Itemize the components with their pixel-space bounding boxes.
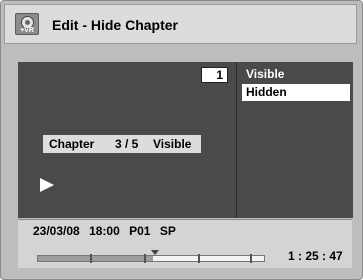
recording-time: 18:00 <box>89 224 120 238</box>
option-hidden[interactable]: Hidden <box>242 84 350 101</box>
chapter-number-badge: 1 <box>201 67 228 83</box>
progress-bar <box>37 254 265 263</box>
elapsed-time: 1 : 25 : 47 <box>288 249 343 263</box>
play-icon <box>40 178 54 192</box>
recording-date: 23/03/08 <box>33 224 80 238</box>
chapter-status: Visible <box>153 137 192 151</box>
recording-program: P01 <box>129 224 151 238</box>
progress-fill <box>38 256 154 261</box>
option-visible[interactable]: Visible <box>242 66 350 83</box>
recording-info: 23/03/08 18:00 P01 SP <box>33 224 176 238</box>
screen-title: Edit - Hide Chapter <box>52 17 179 33</box>
chapter-marker <box>198 254 200 263</box>
dvd-vr-icon: +VR <box>15 13 39 35</box>
chapter-info-box: Chapter 3 / 5 Visible <box>43 135 201 153</box>
chapter-marker <box>90 254 92 263</box>
chapter-label: Chapter <box>49 137 95 151</box>
vr-tag: +VR <box>20 27 34 34</box>
recording-mode: SP <box>159 224 176 238</box>
chapter-marker <box>144 254 146 263</box>
chapter-marker <box>250 254 252 263</box>
current-position-marker <box>151 250 159 255</box>
chapter-position: 3 / 5 <box>115 137 139 151</box>
